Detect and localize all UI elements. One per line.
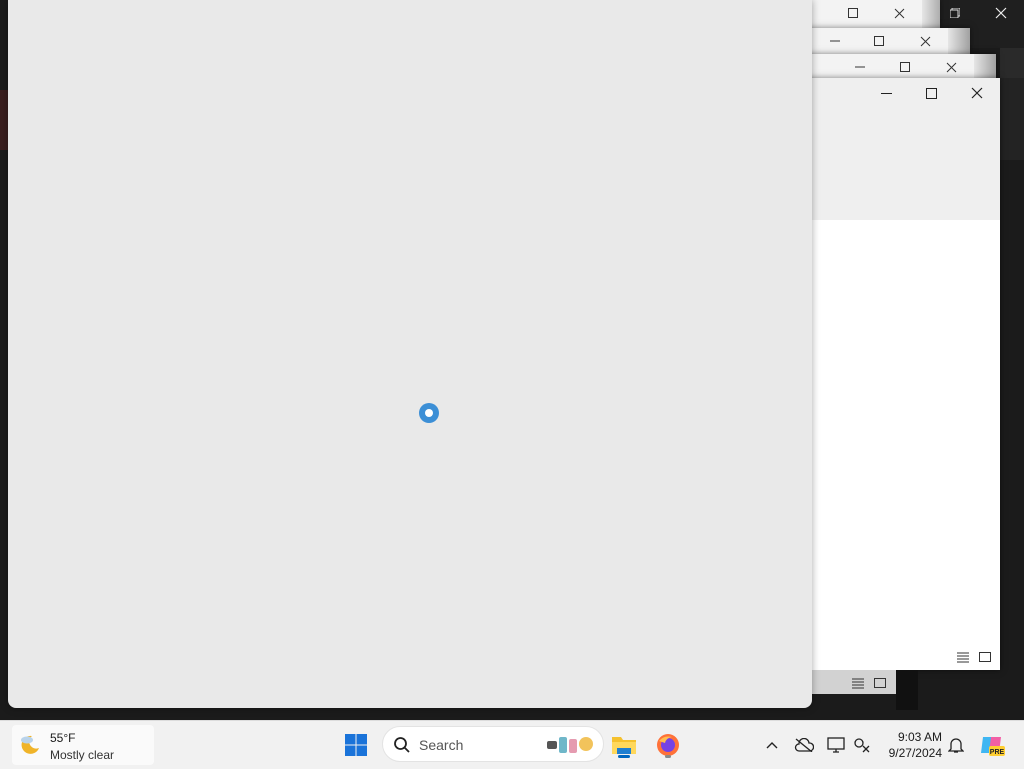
clock[interactable]: 9:03 AM 9/27/2024 xyxy=(880,729,942,761)
loading-window[interactable] xyxy=(8,0,812,708)
close-button[interactable] xyxy=(876,0,922,26)
taskbar: 55°F Mostly clear Search 9:03 AM 9/27/20… xyxy=(0,720,1024,769)
folder-icon xyxy=(612,737,636,754)
maximize-button[interactable] xyxy=(830,0,876,26)
clock-date: 9/27/2024 xyxy=(888,746,942,760)
bell-icon[interactable] xyxy=(944,733,968,757)
cloud-off-icon[interactable] xyxy=(792,733,816,757)
window-edge xyxy=(948,28,970,54)
search-label: Search xyxy=(419,737,464,753)
maximize-button[interactable] xyxy=(882,54,928,78)
minimize-button[interactable] xyxy=(812,28,858,54)
minimize-button[interactable] xyxy=(837,54,883,78)
background-window-shadow xyxy=(896,670,918,710)
copilot-badge: PRE xyxy=(990,749,1005,756)
large-icons-view-icon[interactable] xyxy=(872,675,888,691)
close-button[interactable] xyxy=(928,54,974,78)
details-view-icon[interactable] xyxy=(850,675,866,691)
background-window-1[interactable] xyxy=(800,0,940,28)
windows-logo-icon xyxy=(345,734,367,756)
chevron-up-icon[interactable] xyxy=(760,733,784,757)
close-button[interactable] xyxy=(978,0,1024,26)
weather-temperature: 55°F xyxy=(50,731,76,745)
window-edge xyxy=(922,0,940,28)
window-edge xyxy=(974,54,996,78)
display-icon[interactable] xyxy=(824,733,848,757)
loading-spinner-icon xyxy=(419,403,439,423)
details-view-icon[interactable] xyxy=(955,649,971,665)
file-explorer-button[interactable] xyxy=(608,729,640,761)
network-icon[interactable] xyxy=(850,733,874,757)
background-window-3[interactable] xyxy=(800,54,996,78)
weather-condition: Mostly clear xyxy=(50,748,115,762)
clock-time: 9:03 AM xyxy=(897,730,942,744)
background-window-4[interactable] xyxy=(800,78,1000,670)
background-window-frame-2 xyxy=(1000,48,1024,78)
moon-cloud-icon xyxy=(21,735,39,754)
search-icon xyxy=(394,737,410,753)
weather-widget[interactable]: 55°F Mostly clear xyxy=(12,725,154,765)
background-window-statusbar xyxy=(812,670,896,694)
search-input[interactable]: Search xyxy=(382,726,604,762)
close-button[interactable] xyxy=(954,80,1000,106)
background-window-2[interactable] xyxy=(800,28,970,54)
copilot-icon[interactable]: PRE xyxy=(978,733,1006,757)
large-icons-view-icon[interactable] xyxy=(977,649,993,665)
restore-button[interactable] xyxy=(940,0,970,26)
firefox-icon xyxy=(657,734,679,756)
maximize-button[interactable] xyxy=(856,28,902,54)
search-highlight-icon xyxy=(547,737,593,753)
minimize-button[interactable] xyxy=(863,80,909,106)
start-button[interactable] xyxy=(340,729,372,761)
maximize-button[interactable] xyxy=(908,80,954,106)
close-button[interactable] xyxy=(902,28,948,54)
firefox-button[interactable] xyxy=(652,729,684,761)
